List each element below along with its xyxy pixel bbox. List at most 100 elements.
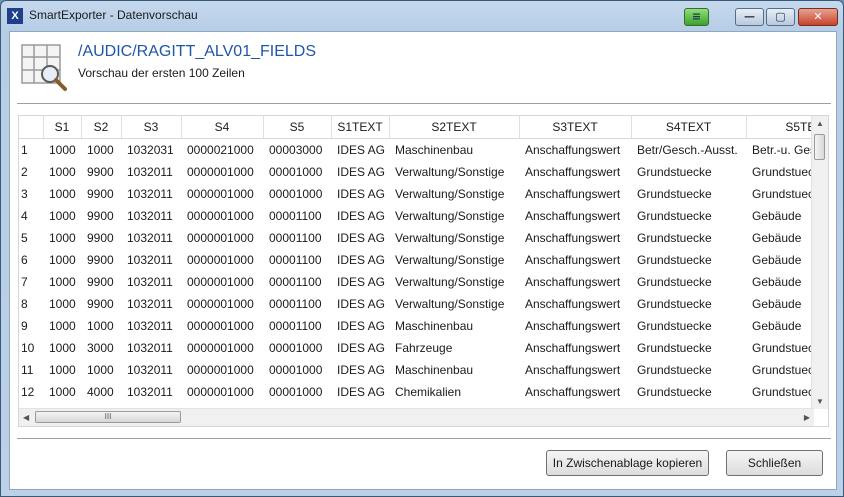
scroll-right-icon[interactable]: ▶ (804, 413, 810, 422)
scroll-left-icon[interactable]: ◀ (23, 413, 29, 422)
table-row[interactable]: 1 1000 1000 1032031 0000021000 00003000 IDES A… (19, 139, 828, 162)
table-cell: 00001000 (269, 187, 323, 201)
row-number-cell: 10 (21, 341, 35, 355)
column-header-s1[interactable]: S1 (43, 116, 82, 139)
table-row[interactable]: 10 1000 3000 1032011 0000001000 00001000 IDES … (19, 337, 828, 359)
table-row[interactable]: 4 1000 9900 1032011 0000001000 00001100 IDES A… (19, 205, 828, 227)
row-number-cell: 8 (21, 297, 28, 311)
table-row[interactable]: 12 1000 4000 1032011 0000001000 00001000 IDES … (19, 381, 828, 403)
table-cell: Grundstuecke (637, 165, 712, 179)
scroll-down-icon[interactable]: ▼ (816, 397, 824, 406)
maximize-button[interactable]: ▢ (766, 8, 795, 26)
table-cell: 1000 (49, 187, 76, 201)
table-cell: 1000 (49, 209, 76, 223)
table-cell: 1032011 (127, 363, 173, 377)
column-header-s3[interactable]: S3 (121, 116, 182, 139)
column-header-s2[interactable]: S2 (81, 116, 122, 139)
table-cell: Anschaffungswert (525, 143, 621, 157)
table-cell: 1000 (49, 363, 76, 377)
row-number-cell: 3 (21, 187, 28, 201)
table-row[interactable]: 9 1000 1000 1032011 0000001000 00001100 IDES A… (19, 315, 828, 337)
table-cell: 9900 (87, 209, 114, 223)
table-cell: 9900 (87, 165, 114, 179)
table-cell: 3000 (87, 341, 114, 355)
table-preview-icon (21, 44, 67, 91)
table-cell: Anschaffungswert (525, 253, 621, 267)
scroll-up-icon[interactable]: ▲ (816, 119, 824, 128)
row-number-cell: 1 (21, 143, 28, 157)
header-divider (17, 103, 831, 104)
close-window-button[interactable]: ✕ (798, 8, 838, 26)
table-cell: Verwaltung/Sonstige (395, 187, 505, 201)
table-row[interactable]: 8 1000 9900 1032011 0000001000 00001100 IDES A… (19, 293, 828, 315)
table-cell: Verwaltung/Sonstige (395, 209, 505, 223)
table-cell: IDES AG (337, 341, 386, 355)
table-cell: Grundstuecke (637, 253, 712, 267)
table-cell: Verwaltung/Sonstige (395, 275, 505, 289)
table-cell: 9900 (87, 253, 114, 267)
table-cell: 1000 (49, 297, 76, 311)
table-cell: 00001100 (269, 253, 322, 267)
minimize-icon: — (744, 10, 755, 23)
table-cell: IDES AG (337, 165, 386, 179)
table-cell: 00001100 (269, 231, 322, 245)
table-cell: Verwaltung/Sonstige (395, 297, 505, 311)
table-cell: IDES AG (337, 363, 386, 377)
table-cell: 0000001000 (187, 319, 254, 333)
close-button[interactable]: Schließen (726, 450, 823, 476)
table-cell: Anschaffungswert (525, 209, 621, 223)
table-cell: IDES AG (337, 275, 386, 289)
horizontal-scrollbar[interactable]: ◀ III ▶ (19, 408, 814, 426)
table-cell: Grundstuecke (637, 209, 712, 223)
table-cell: IDES AG (337, 187, 386, 201)
table-cell: 1032011 (127, 297, 173, 311)
table-cell: 0000001000 (187, 385, 254, 399)
table-cell: 1032011 (127, 253, 173, 267)
table-row[interactable]: 2 1000 9900 1032011 0000001000 00001000 IDES A… (19, 161, 828, 183)
column-header-rownum[interactable] (19, 116, 44, 139)
table-row[interactable]: 5 1000 9900 1032011 0000001000 00001100 IDES A… (19, 227, 828, 249)
table-cell: IDES AG (337, 231, 386, 245)
vertical-scroll-thumb[interactable] (814, 134, 825, 160)
table-cell: 1032011 (127, 187, 173, 201)
horizontal-scroll-thumb[interactable]: III (35, 411, 181, 423)
table-cell: IDES AG (337, 143, 386, 157)
column-header-s2text[interactable]: S2TEXT (389, 116, 520, 139)
column-header-s3text[interactable]: S3TEXT (519, 116, 632, 139)
column-header-s1text[interactable]: S1TEXT (331, 116, 390, 139)
table-cell: 1000 (49, 231, 76, 245)
column-header-s4[interactable]: S4 (181, 116, 264, 139)
table-cell: Grundstuecke (637, 363, 712, 377)
vertical-scrollbar[interactable]: ▲ ▼ (811, 116, 828, 409)
table-cell: Grundstuecke (637, 319, 712, 333)
table-cell: Anschaffungswert (525, 319, 621, 333)
data-grid[interactable]: S1 S2 S3 S4 S5 S1TEXT S2TEXT S3TEXT S4TE… (18, 115, 829, 427)
table-cell: 00001100 (269, 319, 322, 333)
table-row[interactable]: 11 1000 1000 1032011 0000001000 00001000 IDES … (19, 359, 828, 381)
column-header-s4text[interactable]: S4TEXT (631, 116, 747, 139)
extension-button[interactable]: ≡ (684, 8, 709, 26)
table-cell: Betr/Gesch.-Ausst. (637, 143, 738, 157)
copy-to-clipboard-button[interactable]: In Zwischenablage kopieren (546, 450, 709, 476)
title-bar[interactable]: X SmartExporter - Datenvorschau ≡ — ▢ ✕ (1, 1, 843, 31)
table-cell: 1000 (49, 275, 76, 289)
table-cell: 9900 (87, 297, 114, 311)
extension-icon: ≡ (691, 10, 702, 23)
table-cell: 00003000 (269, 143, 323, 157)
table-cell: Anschaffungswert (525, 275, 621, 289)
table-cell: 00001000 (269, 363, 323, 377)
row-number-cell: 7 (21, 275, 28, 289)
table-cell: Chemikalien (395, 385, 462, 399)
table-row[interactable]: 7 1000 9900 1032011 0000001000 00001100 IDES A… (19, 271, 828, 293)
table-cell: 1032011 (127, 231, 173, 245)
table-row[interactable]: 3 1000 9900 1032011 0000001000 00001000 IDES A… (19, 183, 828, 205)
minimize-button[interactable]: — (735, 8, 764, 26)
table-row[interactable]: 6 1000 9900 1032011 0000001000 00001100 IDES A… (19, 249, 828, 271)
table-cell: Verwaltung/Sonstige (395, 231, 505, 245)
table-cell: 1000 (87, 319, 114, 333)
table-cell: 00001100 (269, 275, 322, 289)
maximize-icon: ▢ (775, 10, 786, 23)
table-cell: 1032011 (127, 275, 173, 289)
row-number-cell: 9 (21, 319, 28, 333)
column-header-s5[interactable]: S5 (263, 116, 332, 139)
